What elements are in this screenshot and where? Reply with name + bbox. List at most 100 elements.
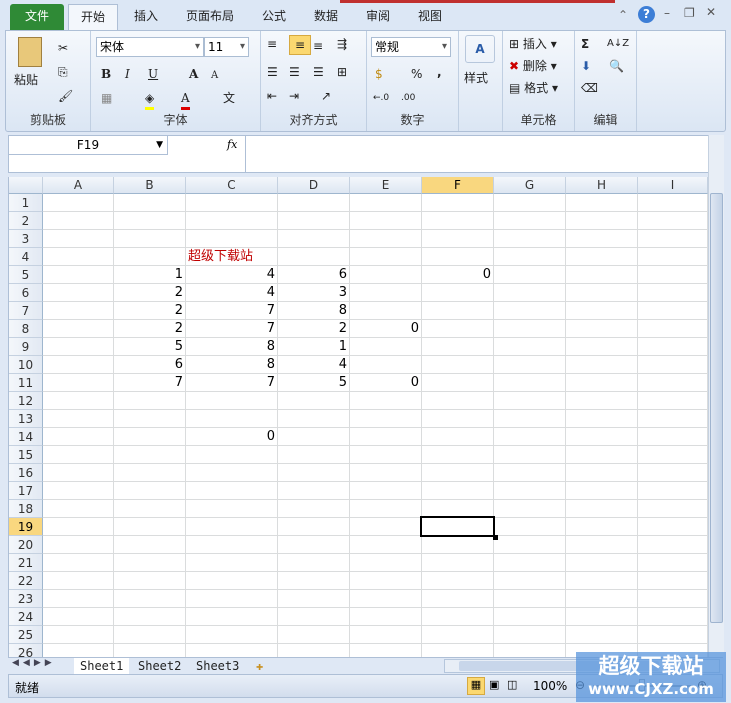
align-left-icon[interactable]: ☰ [267,63,278,81]
cell-B6[interactable]: 2 [114,284,186,302]
cell-B11[interactable]: 7 [114,374,186,392]
clear-icon[interactable]: ⌫ [581,79,598,97]
row-header-13[interactable]: 13 [9,410,43,428]
row-header-12[interactable]: 12 [9,392,43,410]
row-header-1[interactable]: 1 [9,194,43,212]
row-header-5[interactable]: 5 [9,266,43,284]
restore-icon[interactable]: ❐ [684,6,695,20]
tab-review[interactable]: 审阅 [356,4,400,30]
vertical-scrollbar[interactable] [708,135,724,657]
tab-insert[interactable]: 插入 [124,4,168,30]
align-top-icon[interactable]: ≡ [267,35,277,53]
cell-C11[interactable]: 7 [186,374,278,392]
sheet-tab-sheet1[interactable]: Sheet1 [74,658,130,674]
paste-button[interactable]: 粘贴 [14,71,38,89]
formula-input[interactable] [245,136,722,172]
align-right-icon[interactable]: ☰ [313,63,324,81]
cell-C9[interactable]: 8 [186,338,278,356]
page-break-view-icon[interactable]: ◫ [507,678,517,691]
autosum-button[interactable]: Σ [581,35,589,53]
cell-D10[interactable]: 4 [278,356,350,374]
orientation-icon[interactable]: ↗ [321,87,331,105]
row-header-9[interactable]: 9 [9,338,43,356]
minimize-icon[interactable]: – [664,6,670,20]
fill-handle[interactable] [493,535,498,540]
border-icon[interactable]: ▦ [101,89,112,107]
find-select-icon[interactable]: 🔍 [609,57,624,75]
row-header-14[interactable]: 14 [9,428,43,446]
row-header-26[interactable]: 26 [9,644,43,657]
tab-data[interactable]: 数据 [304,4,348,30]
row-header-23[interactable]: 23 [9,590,43,608]
cut-icon[interactable]: ✂ [58,39,68,57]
font-name-select[interactable]: 宋体 [96,37,204,57]
cell-D9[interactable]: 1 [278,338,350,356]
merge-center-icon[interactable]: ⊞ [337,63,347,81]
zoom-level[interactable]: 100% [533,679,567,693]
column-header-G[interactable]: G [494,177,566,194]
tab-view[interactable]: 视图 [408,4,452,30]
cell-D6[interactable]: 3 [278,284,350,302]
cell-C8[interactable]: 7 [186,320,278,338]
cell-E8[interactable]: 0 [350,320,422,338]
insert-function-button[interactable]: fx [227,138,237,151]
cell-C4[interactable]: 超级下载站 [186,248,256,266]
currency-icon[interactable]: $ [375,65,383,83]
comma-button[interactable]: , [437,63,442,81]
cell-C10[interactable]: 8 [186,356,278,374]
cell-D8[interactable]: 2 [278,320,350,338]
row-header-19[interactable]: 19 [9,518,43,536]
row-header-16[interactable]: 16 [9,464,43,482]
scrollbar-thumb[interactable] [710,193,723,623]
align-bottom-icon[interactable]: ≡ [313,37,323,55]
close-icon[interactable]: ✕ [706,5,716,19]
align-center-icon[interactable]: ☰ [289,63,300,81]
cell-D5[interactable]: 6 [278,266,350,284]
row-header-22[interactable]: 22 [9,572,43,590]
sheet-tab-sheet3[interactable]: Sheet3 [190,658,245,674]
fill-icon[interactable]: ⬇ [581,57,591,75]
tab-home[interactable]: 开始 [68,4,118,30]
copy-icon[interactable]: ⎘ [58,63,68,81]
sheet-tab-sheet2[interactable]: Sheet2 [132,658,187,674]
row-header-8[interactable]: 8 [9,320,43,338]
bold-button[interactable]: B [101,65,111,83]
cell-C5[interactable]: 4 [186,266,278,284]
column-header-C[interactable]: C [186,177,278,194]
increase-decimal-button[interactable]: ←.0 [373,89,389,107]
spreadsheet-grid[interactable]: A B C D E F G H I 1 2 3 4 5 6 7 8 9 10 11 12 13 14 15 16 17 18 19 20… [8,177,708,657]
cell-C7[interactable]: 7 [186,302,278,320]
page-layout-view-icon[interactable]: ▣ [489,678,499,691]
new-sheet-icon[interactable]: ✚ [250,658,269,674]
styles-button[interactable]: 样式 [464,69,488,87]
number-format-select[interactable]: 常规 [371,37,451,57]
tab-file[interactable]: 文件 [10,4,64,30]
font-size-select[interactable]: 11 [204,37,249,57]
row-header-24[interactable]: 24 [9,608,43,626]
grow-font-button[interactable]: A [189,65,198,83]
row-header-18[interactable]: 18 [9,500,43,518]
help-icon[interactable]: ? [638,6,655,23]
align-middle-icon[interactable]: ≡ [289,35,311,55]
format-painter-icon[interactable]: 🖌 [58,87,73,105]
row-header-11[interactable]: 11 [9,374,43,392]
cell-B7[interactable]: 2 [114,302,186,320]
increase-indent-icon[interactable]: ⇥ [289,87,299,105]
shrink-font-button[interactable]: A [211,67,218,85]
delete-cells-button[interactable]: ✖ 删除 ▾ [509,57,557,75]
row-header-6[interactable]: 6 [9,284,43,302]
tab-formulas[interactable]: 公式 [252,4,296,30]
cell-B10[interactable]: 6 [114,356,186,374]
row-header-4[interactable]: 4 [9,248,43,266]
cell-B5[interactable]: 1 [114,266,186,284]
row-header-3[interactable]: 3 [9,230,43,248]
percent-button[interactable]: % [411,65,422,83]
italic-button[interactable]: I [125,65,130,83]
row-header-7[interactable]: 7 [9,302,43,320]
column-header-H[interactable]: H [566,177,638,194]
sort-filter-button[interactable]: A↓Z [607,35,629,53]
tab-page-layout[interactable]: 页面布局 [178,4,242,30]
font-color-button[interactable]: A [181,89,190,110]
cell-D11[interactable]: 5 [278,374,350,392]
sheet-nav-arrows[interactable]: ◀◀▶▶ [12,658,56,668]
